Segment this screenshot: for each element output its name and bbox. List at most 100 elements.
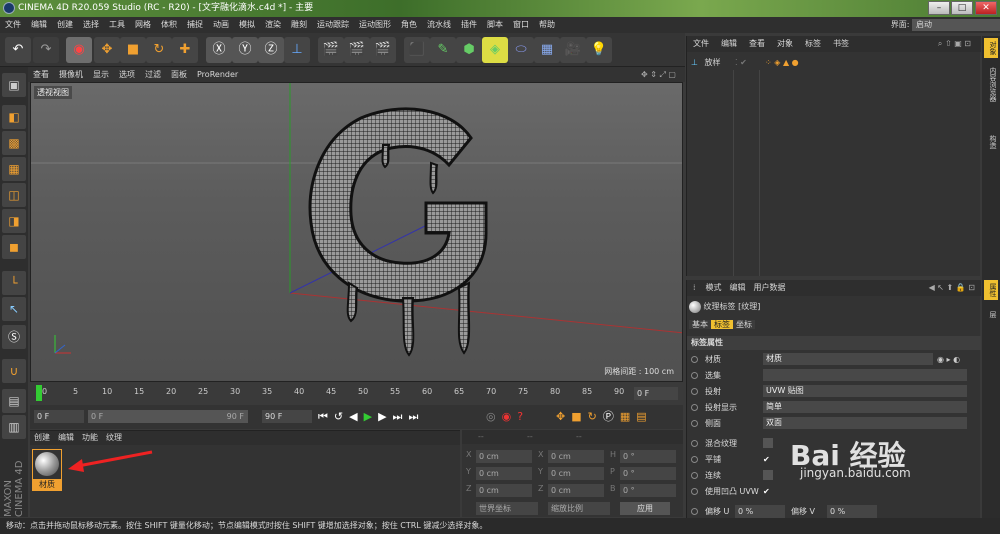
- scale-dropdown[interactable]: 缩放比例: [548, 502, 610, 515]
- rot-p-field[interactable]: 0 °: [620, 467, 676, 480]
- prev-key-icon[interactable]: ↺: [334, 410, 349, 423]
- vp-menu-cameras[interactable]: 摄像机: [54, 70, 88, 79]
- mat-menu-create[interactable]: 创建: [30, 433, 54, 442]
- texture-mode-icon[interactable]: ▩: [2, 131, 26, 155]
- vp-menu-options[interactable]: 选项: [114, 70, 140, 79]
- record-icon[interactable]: ◉: [502, 410, 518, 423]
- workplane-icon[interactable]: ▦: [2, 157, 26, 181]
- viewport-nav-icons[interactable]: ✥ ⇕ ⤢ ▢: [636, 67, 681, 82]
- points-mode-icon[interactable]: ◫: [2, 183, 26, 207]
- redo-icon[interactable]: ↷: [33, 37, 59, 63]
- attr-nav-icons[interactable]: ◀ ↖ ⬆ 🔒 ⊡: [929, 280, 975, 296]
- camera-icon[interactable]: 🎥: [560, 37, 586, 63]
- mat-menu-edit[interactable]: 编辑: [54, 433, 78, 442]
- menu-volume[interactable]: 体积: [156, 20, 182, 29]
- visibility-dots-icon[interactable]: ⁚ ✔: [735, 56, 747, 70]
- material-link-icons[interactable]: ◉ ▸ ◐: [937, 352, 960, 367]
- floor-icon[interactable]: ▦: [534, 37, 560, 63]
- start-frame-field[interactable]: 0 F: [34, 410, 84, 423]
- light-icon[interactable]: 💡: [586, 37, 612, 63]
- menu-render[interactable]: 渲染: [260, 20, 286, 29]
- size-x-field[interactable]: 0 cm: [548, 450, 604, 463]
- tab-content-browser[interactable]: 内容浏览器: [984, 64, 998, 105]
- next-frame-icon[interactable]: ▶: [378, 410, 392, 423]
- planar-workplane-icon[interactable]: ▥: [2, 415, 26, 439]
- play-icon[interactable]: ▶: [364, 410, 378, 423]
- coordinate-system-icon[interactable]: ⊥: [284, 37, 310, 63]
- pos-x-field[interactable]: 0 cm: [476, 450, 532, 463]
- offset-u-field[interactable]: 0 %: [735, 505, 785, 518]
- menu-mograph[interactable]: 运动图形: [354, 20, 396, 29]
- object-name[interactable]: 放样: [701, 58, 721, 67]
- menu-script[interactable]: 脚本: [482, 20, 508, 29]
- obj-menu-objects[interactable]: 对象: [771, 39, 799, 48]
- key-position-icon[interactable]: ✥: [556, 410, 571, 423]
- y-axis-icon[interactable]: Ⓨ: [232, 37, 258, 63]
- tab-objects[interactable]: 对象: [984, 38, 998, 58]
- render-view-icon[interactable]: 🎬: [318, 37, 344, 63]
- key-rotation-icon[interactable]: ↻: [588, 410, 603, 423]
- vp-menu-view[interactable]: 查看: [28, 70, 54, 79]
- make-editable-icon[interactable]: ▣: [2, 73, 26, 97]
- vp-menu-display[interactable]: 显示: [88, 70, 114, 79]
- obj-menu-edit[interactable]: 编辑: [715, 39, 743, 48]
- obj-menu-tags[interactable]: 标签: [799, 39, 827, 48]
- lock-workplane-icon[interactable]: ▤: [2, 389, 26, 413]
- menu-select[interactable]: 选择: [78, 20, 104, 29]
- menu-window[interactable]: 窗口: [508, 20, 534, 29]
- menu-plugins[interactable]: 插件: [456, 20, 482, 29]
- cloner-icon[interactable]: ◈: [482, 37, 508, 63]
- tile-checkbox[interactable]: ✔: [763, 452, 770, 467]
- menu-file[interactable]: 文件: [0, 20, 26, 29]
- menu-create[interactable]: 创建: [52, 20, 78, 29]
- undo-icon[interactable]: ↶: [5, 37, 31, 63]
- vp-menu-prorender[interactable]: ProRender: [192, 70, 243, 79]
- projection-display-dropdown[interactable]: 简单: [763, 401, 967, 413]
- selection-field[interactable]: [763, 369, 967, 381]
- attr-menu-userdata[interactable]: 用户数据: [750, 283, 790, 292]
- object-row[interactable]: ⊥ 放样 ⁚ ✔ ⁘ ◈ ▲ ●: [687, 56, 981, 70]
- end-frame-field[interactable]: 90 F: [262, 410, 312, 423]
- live-selection-icon[interactable]: ◉: [66, 37, 92, 63]
- menu-animate[interactable]: 动画: [208, 20, 234, 29]
- render-settings-icon[interactable]: 🎬: [370, 37, 396, 63]
- vp-menu-panel[interactable]: 面板: [166, 70, 192, 79]
- go-to-end-icon[interactable]: ⏭: [408, 410, 424, 423]
- mat-menu-texture[interactable]: 纹理: [102, 433, 126, 442]
- rot-b-field[interactable]: 0 °: [620, 484, 676, 497]
- menu-snap[interactable]: 捕捉: [182, 20, 208, 29]
- seamless-checkbox[interactable]: [763, 470, 773, 480]
- timeline-icon[interactable]: ▤: [636, 410, 652, 423]
- key-param-icon[interactable]: Ⓟ: [603, 410, 620, 423]
- key-scale-icon[interactable]: ■: [571, 410, 587, 423]
- menu-sculpt[interactable]: 雕刻: [286, 20, 312, 29]
- material-swatch[interactable]: 材质: [32, 449, 62, 491]
- cube-icon[interactable]: ⬛: [404, 37, 430, 63]
- edges-mode-icon[interactable]: ◨: [2, 209, 26, 233]
- menu-pipeline[interactable]: 流水线: [422, 20, 456, 29]
- tab-layers[interactable]: 层: [984, 308, 998, 321]
- move-icon[interactable]: ✥: [94, 37, 120, 63]
- tab-basic[interactable]: 基本: [689, 320, 711, 329]
- current-frame-field[interactable]: 0 F: [634, 387, 678, 400]
- z-axis-icon[interactable]: Ⓩ: [258, 37, 284, 63]
- rotate-icon[interactable]: ↻: [146, 37, 172, 63]
- world-coords-dropdown[interactable]: 世界坐标: [476, 502, 538, 515]
- object-tags-icon[interactable]: ⁘ ◈ ▲ ●: [765, 56, 799, 70]
- obj-menu-file[interactable]: 文件: [687, 39, 715, 48]
- tab-structure[interactable]: 构造: [984, 132, 998, 152]
- menu-edit[interactable]: 编辑: [26, 20, 52, 29]
- tab-tag[interactable]: 标签: [711, 320, 733, 329]
- perspective-viewport[interactable]: 透视视图 网格间距 : 100 cm: [30, 82, 683, 382]
- tab-attributes[interactable]: 属性: [984, 280, 998, 300]
- pos-z-field[interactable]: 0 cm: [476, 484, 532, 497]
- pos-y-field[interactable]: 0 cm: [476, 467, 532, 480]
- model-mode-icon[interactable]: ◧: [2, 105, 26, 129]
- playback-controls[interactable]: ⏮↺◀▶▶⏭⏭: [318, 408, 424, 426]
- snap-icon[interactable]: Ⓢ: [2, 325, 26, 349]
- menu-help[interactable]: 帮助: [534, 20, 560, 29]
- projection-dropdown[interactable]: UVW 贴图: [763, 385, 967, 397]
- menu-tools[interactable]: 工具: [104, 20, 130, 29]
- mat-menu-function[interactable]: 功能: [78, 433, 102, 442]
- close-button[interactable]: ✕: [975, 1, 997, 15]
